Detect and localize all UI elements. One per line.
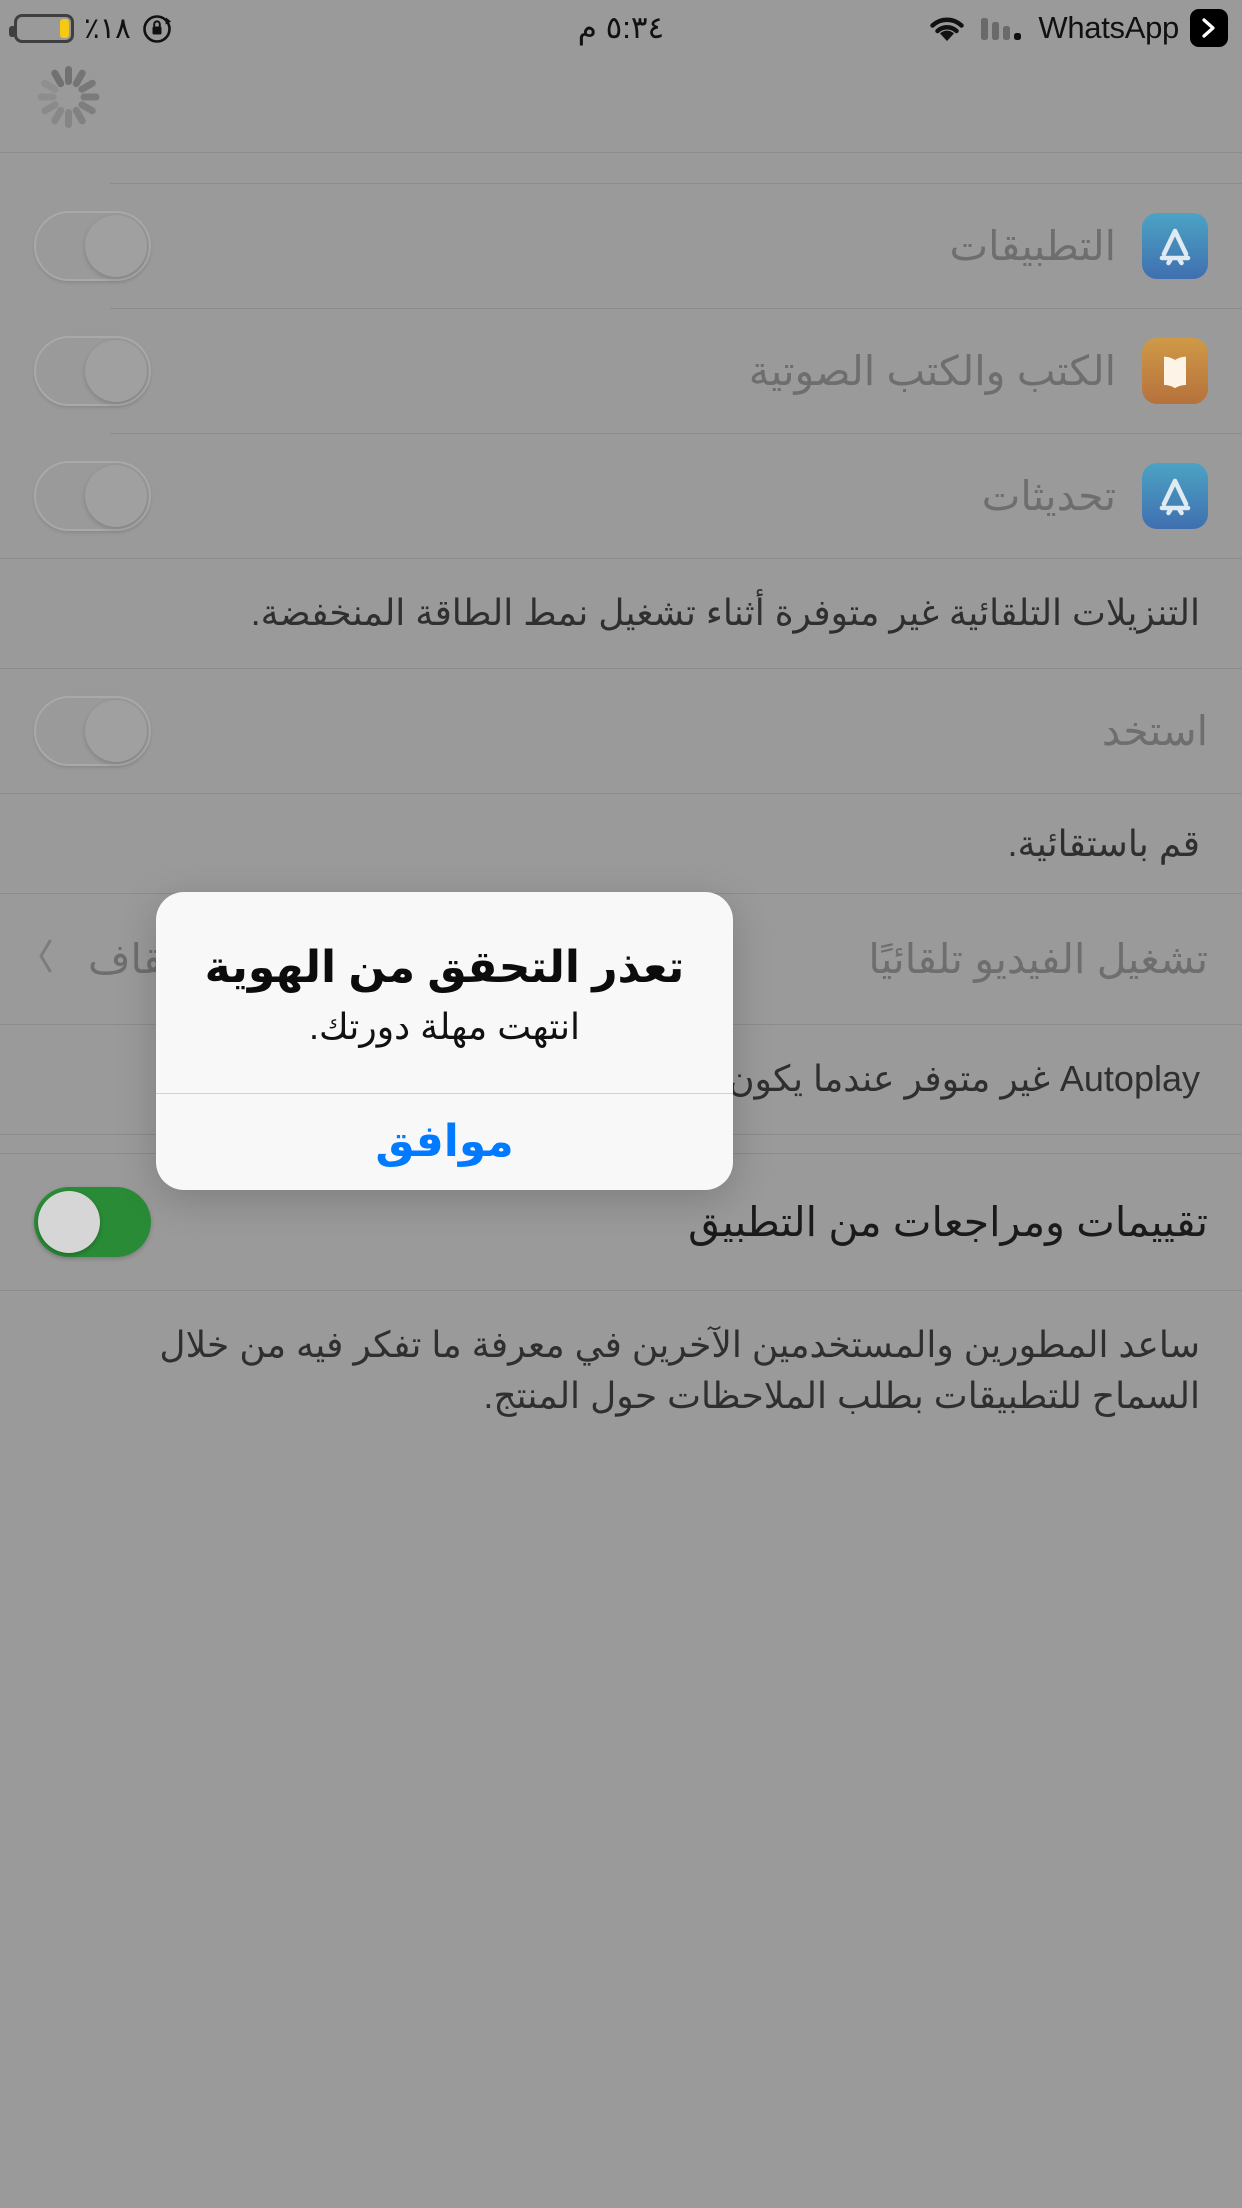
books-icon <box>1142 338 1208 404</box>
row-label: تشغيل الفيديو تلقائيًا <box>868 936 1208 983</box>
status-bar-right: WhatsApp <box>926 9 1228 47</box>
toggle-knob <box>85 215 147 277</box>
row-label: استخد <box>1101 708 1208 755</box>
battery-percent-label: ٪١٨ <box>84 12 131 45</box>
alert-message: انتهت مهلة دورتك. <box>308 1005 581 1047</box>
app-store-icon <box>1142 213 1208 279</box>
cellular-footer: قم باست‏قائية. <box>1007 823 1200 865</box>
toggle-knob <box>85 465 147 527</box>
toggle-ratings[interactable] <box>34 1187 151 1258</box>
toggle-books[interactable] <box>34 336 151 406</box>
back-chevron-icon[interactable] <box>1190 9 1228 47</box>
cellular-signal-icon <box>979 12 1027 44</box>
row-label: التطبيقات <box>949 223 1116 269</box>
row-label: تحديثات <box>981 473 1116 519</box>
toggle-knob <box>38 1191 100 1254</box>
toggle-cellular-data[interactable] <box>34 696 151 767</box>
row-cellular-data[interactable]: استخد <box>0 669 1242 793</box>
row-books[interactable]: الكتب والكتب الصوتية <box>0 309 1242 433</box>
toggle-updates[interactable] <box>34 461 151 531</box>
rotation-lock-icon <box>141 12 174 45</box>
app-store-icon <box>1142 463 1208 529</box>
settings-screen: ٪١٨ ٥:٣٤ م WhatsApp التطبيقات الكتب والك… <box>0 0 1242 2208</box>
settings-table: التطبيقات الكتب والكتب الصوتية تحديثات ا… <box>0 152 1242 1452</box>
foreground-app-label: WhatsApp <box>1038 10 1179 45</box>
row-updates[interactable]: تحديثات <box>0 434 1242 558</box>
toggle-knob <box>85 340 147 402</box>
identity-verification-alert: تعذر التحقق من الهوية انتهت مهلة دورتك. … <box>156 892 733 1190</box>
alert-title: تعذر التحقق من الهوية <box>204 943 685 992</box>
row-label: تقييمات ومراجعات من التطبيق <box>688 1199 1208 1246</box>
auto-downloads-footer: التنزيلات التلقائية غير متوفرة أثناء تشغ… <box>250 592 1200 633</box>
status-bar-left: ٪١٨ <box>9 11 174 46</box>
wifi-icon <box>926 12 968 44</box>
ratings-footer: ساعد المطورين والمستخدمين الآخرين في معر… <box>159 1324 1200 1417</box>
row-label: الكتب والكتب الصوتية <box>748 348 1116 394</box>
battery-fill <box>60 18 69 38</box>
toggle-knob <box>85 700 147 763</box>
chevron-left-icon <box>36 938 56 981</box>
loading-spinner <box>33 62 103 132</box>
alert-ok-button[interactable]: موافق <box>156 1094 733 1190</box>
row-apps[interactable]: التطبيقات <box>0 184 1242 308</box>
toggle-apps[interactable] <box>34 211 151 281</box>
battery-icon <box>9 13 74 43</box>
alert-body: تعذر التحقق من الهوية انتهت مهلة دورتك. <box>156 892 733 1093</box>
status-bar: ٪١٨ ٥:٣٤ م WhatsApp <box>0 0 1242 56</box>
